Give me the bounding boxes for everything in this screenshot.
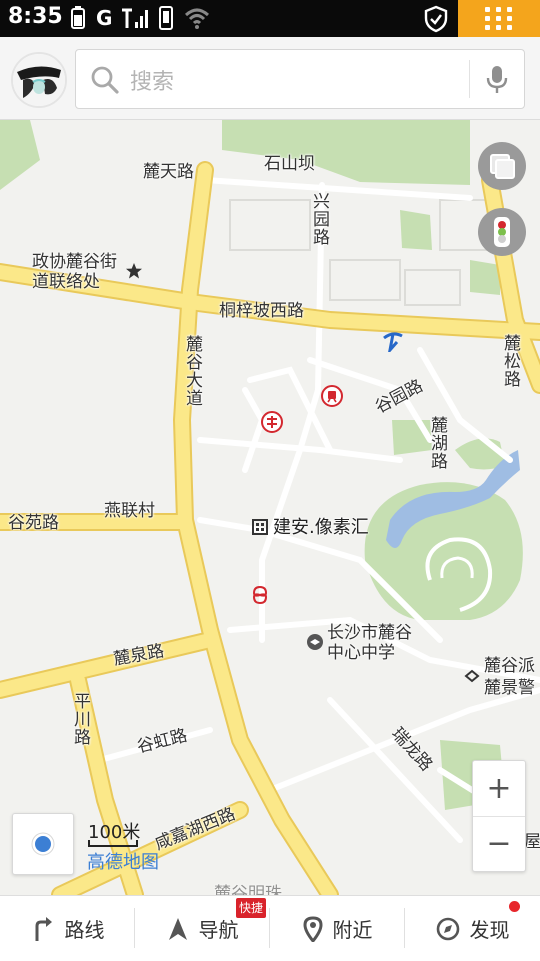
route-icon bbox=[35, 916, 52, 941]
road-label: 麓湖路 bbox=[427, 416, 447, 470]
top-bar: 搜索 bbox=[0, 37, 540, 120]
zoom-in-button[interactable]: + bbox=[473, 761, 525, 817]
road-label: 麓天路 bbox=[143, 162, 194, 182]
app-grid-icon[interactable] bbox=[458, 0, 540, 37]
place-label: 屋 bbox=[524, 832, 540, 852]
avatar-image bbox=[13, 54, 65, 106]
minus-icon: − bbox=[486, 826, 512, 861]
tab-navigation-label: 导航 bbox=[198, 918, 239, 942]
locate-button[interactable] bbox=[12, 813, 74, 875]
signal-icon bbox=[122, 8, 149, 28]
map-base bbox=[0, 120, 540, 895]
navigation-arrow-icon bbox=[168, 917, 187, 940]
map-view[interactable]: 麓天路 石山坝 兴园路 政协麓谷街 道联络处 桐梓坡西路 麓松路 麓谷大道 谷园… bbox=[0, 120, 540, 895]
zoom-out-button[interactable]: − bbox=[473, 816, 525, 871]
zoom-control: + − bbox=[472, 760, 526, 872]
poi-label: 麓谷派 bbox=[484, 656, 535, 676]
road-label: 平川路 bbox=[70, 692, 90, 746]
layers-button[interactable] bbox=[478, 142, 526, 190]
china-telecom-icon[interactable] bbox=[381, 330, 405, 352]
search-divider bbox=[469, 60, 470, 98]
poi-label: 长沙市麓谷 中心中学 bbox=[327, 623, 412, 663]
road-label: 桐梓坡西路 bbox=[219, 301, 304, 321]
scale-bar bbox=[88, 840, 138, 847]
notification-dot bbox=[509, 901, 520, 912]
road-label: 麓谷大道 bbox=[182, 335, 202, 407]
location-pin-icon bbox=[302, 915, 323, 942]
poi-label: 麓景警 bbox=[484, 678, 535, 698]
road-label: 兴园路 bbox=[309, 192, 329, 246]
tab-nearby-label: 附近 bbox=[332, 918, 373, 942]
place-label: 石山坝 bbox=[264, 154, 315, 174]
plus-icon: + bbox=[486, 771, 512, 806]
traffic-button[interactable] bbox=[478, 208, 526, 256]
map-scale: 100米 bbox=[88, 818, 140, 847]
shield-icon bbox=[424, 5, 448, 33]
microphone-icon[interactable] bbox=[485, 65, 509, 95]
search-placeholder: 搜索 bbox=[130, 70, 175, 95]
bank-icon[interactable] bbox=[261, 411, 283, 433]
discover-icon bbox=[436, 917, 459, 940]
tab-route-label: 路线 bbox=[64, 918, 105, 942]
place-label: 燕联村 bbox=[104, 501, 155, 521]
phone-icon bbox=[159, 6, 174, 30]
battery-icon bbox=[71, 6, 85, 29]
tab-nearby[interactable]: 附近 bbox=[270, 896, 405, 961]
bottom-tab-bar: 路线 导航 附近 发现 bbox=[0, 895, 540, 961]
place-label: 政协麓谷街 道联络处 bbox=[32, 252, 117, 292]
china-unicom-icon[interactable] bbox=[249, 585, 271, 605]
building-icon[interactable] bbox=[251, 518, 269, 536]
road-label: 麓松路 bbox=[500, 334, 520, 388]
map-brand: 高德地图 bbox=[87, 852, 159, 873]
search-icon bbox=[91, 66, 119, 94]
layers-icon bbox=[490, 154, 515, 179]
metro-station-icon[interactable] bbox=[321, 385, 343, 407]
place-label: 麓谷明珠 bbox=[214, 884, 282, 895]
locate-icon bbox=[31, 832, 55, 856]
school-icon[interactable] bbox=[306, 633, 324, 651]
search-input[interactable]: 搜索 bbox=[75, 49, 525, 109]
road-label: 谷苑路 bbox=[8, 513, 59, 533]
wifi-icon bbox=[185, 8, 210, 29]
traffic-light-icon bbox=[494, 217, 510, 247]
police-icon[interactable] bbox=[464, 668, 480, 684]
clock: 8:35 bbox=[8, 4, 63, 29]
status-bar: 8:35 G bbox=[0, 0, 540, 37]
network-type: G bbox=[96, 6, 113, 30]
tab-route[interactable]: 路线 bbox=[0, 896, 135, 961]
tab-discover-label: 发现 bbox=[469, 918, 510, 942]
poi-label: 建安.像素汇 bbox=[273, 517, 369, 538]
avatar[interactable] bbox=[11, 52, 67, 108]
government-star-icon[interactable] bbox=[125, 262, 143, 280]
shortcut-badge: 快捷 bbox=[236, 898, 266, 918]
